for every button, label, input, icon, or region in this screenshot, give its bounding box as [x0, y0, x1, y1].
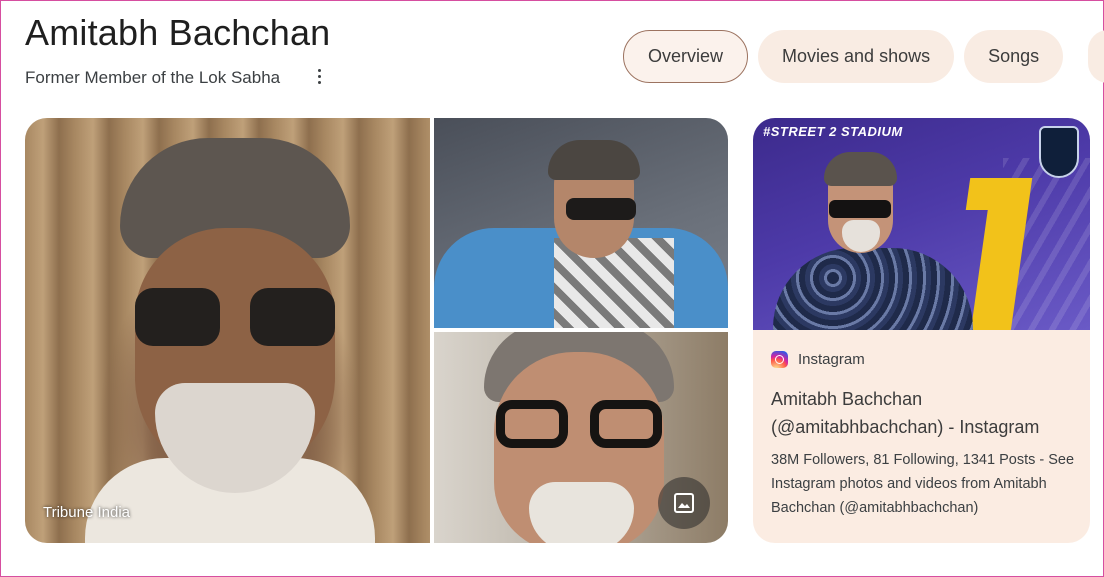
card-description: 38M Followers, 81 Following, 1341 Posts … [771, 452, 1075, 516]
tab-songs[interactable]: Songs [964, 30, 1064, 83]
tab-next-partial[interactable] [1088, 30, 1104, 83]
instagram-icon [771, 351, 788, 368]
entity-tabs: Overview Movies and shows Songs [623, 30, 1064, 85]
image-bottom-right[interactable] [434, 332, 728, 543]
card-title-link[interactable]: Amitabh Bachchan (@amitabhbachchan) - In… [771, 385, 1076, 441]
page-title: Amitabh Bachchan [25, 12, 331, 53]
tab-movies-and-shows[interactable]: Movies and shows [758, 30, 955, 83]
card-image[interactable]: #STREET 2 STADIUM [753, 118, 1090, 330]
more-vert-icon[interactable] [310, 66, 328, 88]
card-source-label: Instagram [798, 351, 865, 368]
entity-subtitle: Former Member of the Lok Sabha [25, 68, 281, 87]
league-logo [1039, 126, 1079, 178]
image-gallery-icon[interactable] [658, 477, 710, 529]
tab-overview[interactable]: Overview [623, 30, 749, 83]
instagram-result-card[interactable]: #STREET 2 STADIUM Instagram Amitabh Bach… [753, 118, 1090, 543]
card-image-banner: #STREET 2 STADIUM [763, 124, 903, 139]
main-image[interactable]: Tribune India [25, 118, 430, 543]
card-source: Instagram [771, 351, 865, 368]
image-top-right[interactable] [434, 118, 728, 328]
image-source-caption: Tribune India [43, 504, 130, 521]
